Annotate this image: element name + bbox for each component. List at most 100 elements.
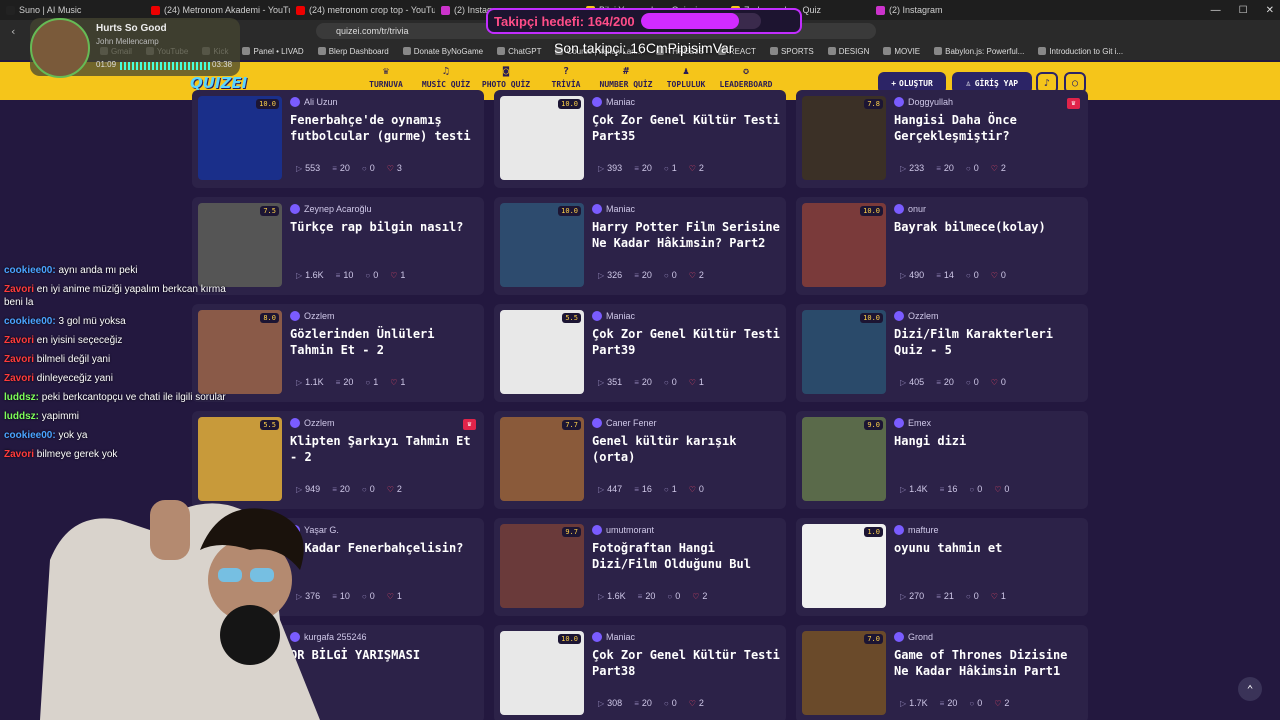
quiz-card[interactable]: 7.8 Doggyullah Hangisi Daha Önce Gerçekleş…: [796, 90, 1088, 188]
quiz-card[interactable]: 8.0 Ozzlem Gözlerinden Ünlüleri Tahmin Et …: [192, 304, 484, 402]
play-count: ▷ 490: [900, 270, 924, 280]
quiz-card[interactable]: 7.7 Caner Fener Genel kültür karışık (orta…: [494, 411, 786, 509]
quiz-title[interactable]: Genel kültür karışık (orta): [592, 433, 782, 465]
quiz-author[interactable]: Ozzlem: [894, 311, 939, 321]
play-icon: ▷: [296, 163, 303, 173]
bookmark[interactable]: MOVIE: [883, 47, 920, 56]
nav-item[interactable]: ✪ LEADERBOARD: [716, 66, 776, 89]
quiz-stats: ▷ 326 ≡ 20 ○ 0 ♡ 2: [598, 270, 704, 280]
quiz-card[interactable]: 10.0 Maniac Harry Potter Film Serisine Ne …: [494, 197, 786, 295]
quiz-title[interactable]: Fotoğraftan Hangi Dizi/Film Olduğunu Bul: [592, 540, 782, 572]
quiz-title[interactable]: Game of Thrones Dizisine Ne Kadar Hâkims…: [894, 647, 1084, 679]
quiz-thumbnail[interactable]: 9.0: [802, 417, 886, 501]
browser-tab[interactable]: (24) metronom crop top - YouTube: [290, 0, 435, 20]
quiz-title[interactable]: Hangisi Daha Önce Gerçekleşmiştir?: [894, 112, 1084, 144]
quiz-thumbnail[interactable]: 10.0: [500, 203, 584, 287]
quiz-card[interactable]: 10.0 Maniac Çok Zor Genel Kültür Testi Par…: [494, 90, 786, 188]
quiz-thumbnail[interactable]: 7.8: [802, 96, 886, 180]
quiz-author[interactable]: Ali Uzun: [290, 97, 338, 107]
like-count: ♡1: [387, 591, 402, 601]
bookmark[interactable]: Introduction to Git i...: [1038, 47, 1123, 56]
play-count: ▷ 1.4K: [900, 484, 928, 494]
comment-icon: ○: [361, 163, 367, 173]
quiz-title[interactable]: Hangi dizi: [894, 433, 1084, 449]
quiz-author[interactable]: Maniac: [592, 632, 635, 642]
browser-tab[interactable]: Suno | AI Music: [0, 0, 145, 20]
comment-icon: ○: [663, 484, 669, 494]
quiz-card[interactable]: 9.0 Emex Hangi dizi ▷ 1.4K ≡ 16 ○ 0 ♡ 0: [796, 411, 1088, 509]
quiz-thumbnail[interactable]: 10.0: [198, 96, 282, 180]
quiz-author[interactable]: Ozzlem: [290, 311, 335, 321]
quiz-thumbnail[interactable]: 5.5: [500, 310, 584, 394]
quiz-author[interactable]: Zeynep Acaroğlu: [290, 204, 372, 214]
quiz-title[interactable]: Bayrak bilmece(kolay): [894, 219, 1084, 235]
quiz-author[interactable]: Emex: [894, 418, 931, 428]
quiz-author[interactable]: Grond: [894, 632, 933, 642]
quiz-title[interactable]: Gözlerinden Ünlüleri Tahmin Et - 2: [290, 326, 480, 358]
quiz-title[interactable]: Dizi/Film Karakterleri Quiz - 5: [894, 326, 1084, 358]
nav-item[interactable]: ♛ TURNUVA: [356, 66, 416, 89]
quiz-author[interactable]: Maniac: [592, 97, 635, 107]
quiz-author[interactable]: mafture: [894, 525, 939, 535]
quiz-thumbnail[interactable]: 10.0: [802, 310, 886, 394]
list-icon: ≡: [332, 484, 337, 494]
quiz-card[interactable]: 10.0 Maniac Çok Zor Genel Kültür Testi Par…: [494, 625, 786, 720]
quiz-author[interactable]: Maniac: [592, 204, 635, 214]
quiz-thumbnail[interactable]: 9.7: [500, 524, 584, 608]
quiz-card[interactable]: 10.0 Ozzlem Dizi/Film Karakterleri Quiz - …: [796, 304, 1088, 402]
quiz-author[interactable]: Doggyullah: [894, 97, 953, 107]
nav-item[interactable]: # NUMBER QUİZ: [596, 66, 656, 89]
bookmark[interactable]: ChatGPT: [497, 47, 541, 56]
author-name: Ozzlem: [908, 311, 939, 321]
quiz-card[interactable]: 9.7 umutmorant Fotoğraftan Hangi Dizi/Film…: [494, 518, 786, 616]
quiz-title[interactable]: Fenerbahçe'de oynamış futbolcular (gurme…: [290, 112, 480, 144]
quiz-author[interactable]: Ozzlem: [290, 418, 335, 428]
back-icon[interactable]: ‹: [10, 25, 17, 38]
quiz-thumbnail[interactable]: 10.0: [500, 96, 584, 180]
maximize-icon[interactable]: ☐: [1239, 5, 1248, 16]
browser-tab[interactable]: (2) Instagram: [870, 0, 1015, 20]
quiz-author[interactable]: onur: [894, 204, 926, 214]
quiz-card[interactable]: 10.0 onur Bayrak bilmece(kolay) ▷ 490 ≡ 14 ○ 0 ♡ 0: [796, 197, 1088, 295]
minimize-icon[interactable]: —: [1211, 5, 1221, 16]
quiz-title[interactable]: Çok Zor Genel Kültür Testi Part35: [592, 112, 782, 144]
quiz-title[interactable]: Çok Zor Genel Kültür Testi Part39: [592, 326, 782, 358]
quiz-author[interactable]: Caner Fener: [592, 418, 657, 428]
scroll-top-button[interactable]: ⌃: [1238, 677, 1262, 701]
quiz-thumbnail[interactable]: 10.0: [802, 203, 886, 287]
quiz-thumbnail[interactable]: 7.0: [802, 631, 886, 715]
bookmark[interactable]: Blerp Dashboard: [317, 47, 389, 56]
quiz-thumbnail[interactable]: 10.0: [500, 631, 584, 715]
quiz-title[interactable]: Çok Zor Genel Kültür Testi Part38: [592, 647, 782, 679]
bookmark[interactable]: Donate ByNoGame: [402, 47, 483, 56]
author-name: Caner Fener: [606, 418, 657, 428]
close-icon[interactable]: ✕: [1266, 5, 1274, 16]
quiz-card[interactable]: 10.0 Ali Uzun Fenerbahçe'de oynamış futbol…: [192, 90, 484, 188]
nav-item[interactable]: ◙ PHOTO QUİZ: [476, 66, 536, 89]
quiz-author[interactable]: umutmorant: [592, 525, 654, 535]
bookmark[interactable]: DESIGN: [827, 47, 869, 56]
quiz-card[interactable]: 7.5 Zeynep Acaroğlu Türkçe rap bilgin nası…: [192, 197, 484, 295]
quiz-title[interactable]: oyunu tahmin et: [894, 540, 1084, 556]
bookmark[interactable]: SPORTS: [769, 47, 814, 56]
quiz-card[interactable]: 7.0 Grond Game of Thrones Dizisine Ne Kada…: [796, 625, 1088, 720]
quiz-thumbnail[interactable]: 7.7: [500, 417, 584, 501]
quiz-author[interactable]: Maniac: [592, 311, 635, 321]
nav-item[interactable]: ♟ TOPLULUK: [656, 66, 716, 89]
comment-count: ○ 0: [365, 270, 378, 280]
hash-icon: #: [622, 66, 630, 77]
comment-icon: ○: [965, 591, 971, 601]
nav-item[interactable]: ? TRİVİA: [536, 66, 596, 89]
quiz-title[interactable]: Harry Potter Film Serisine Ne Kadar Hâki…: [592, 219, 782, 251]
quiz-card[interactable]: 1.0 mafture oyunu tahmin et ▷ 270 ≡ 21 ○ 0 ♡ 1: [796, 518, 1088, 616]
nav-item[interactable]: ♫ MUSİC QUİZ: [416, 66, 476, 89]
quiz-title[interactable]: Türkçe rap bilgin nasıl?: [290, 219, 480, 235]
browser-tab[interactable]: (24) Metronom Akademi - YouTube: [145, 0, 290, 20]
bookmark-icon: [242, 47, 251, 55]
bookmark[interactable]: Babylon.js: Powerful...: [934, 47, 1024, 56]
quiz-title[interactable]: Klipten Şarkıyı Tahmin Et - 2: [290, 433, 480, 465]
bookmark[interactable]: Panel • LIVAD: [242, 47, 304, 56]
quiz-thumbnail[interactable]: 1.0: [802, 524, 886, 608]
quiz-card[interactable]: 5.5 Maniac Çok Zor Genel Kültür Testi Part…: [494, 304, 786, 402]
like-count-value: 2: [702, 591, 708, 601]
